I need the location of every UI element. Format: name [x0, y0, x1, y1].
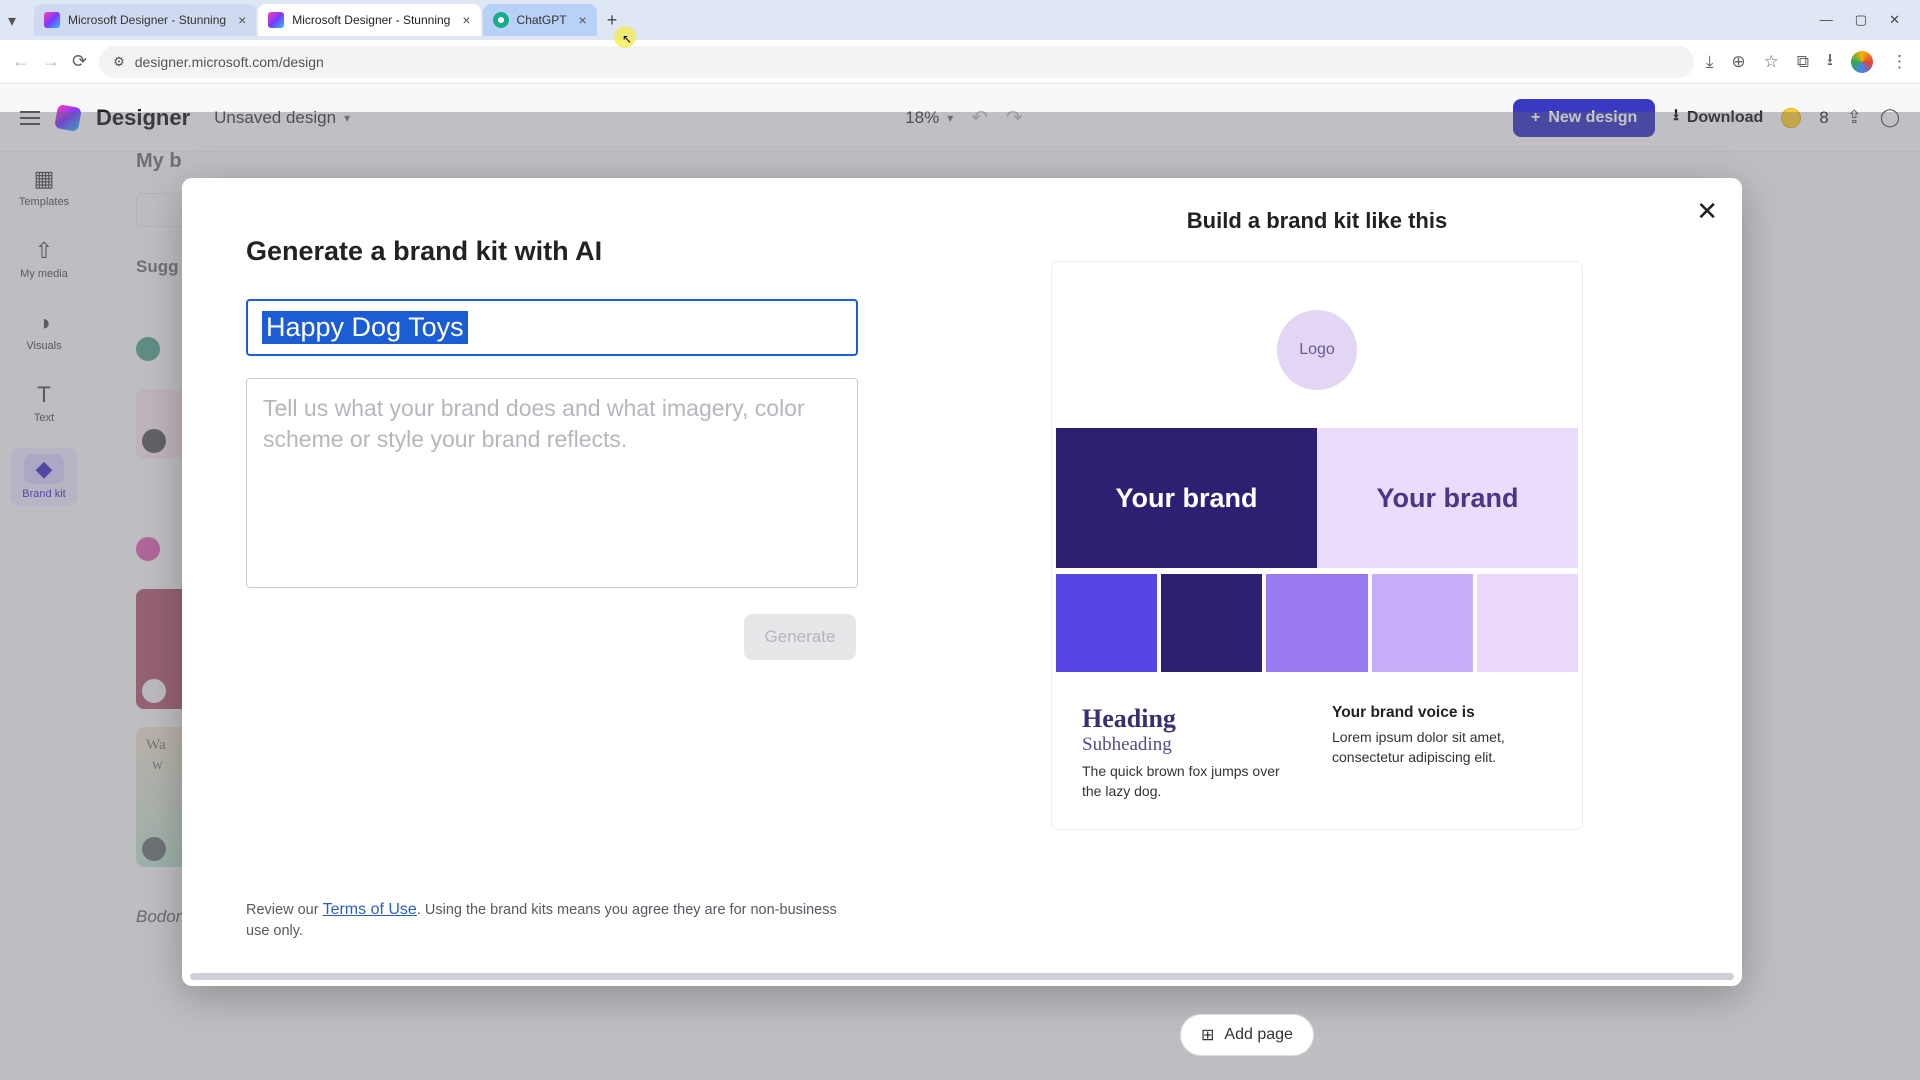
brand-tile-dark: Your brand: [1056, 428, 1317, 568]
plus-square-icon: ⊞: [1201, 1025, 1214, 1045]
designer-favicon-icon: [268, 12, 284, 28]
voice-body: Lorem ipsum dolor sit amet, consectetur …: [1332, 728, 1542, 767]
forward-icon[interactable]: →: [42, 51, 60, 72]
palette-swatch: [1056, 574, 1157, 672]
generate-label: Generate: [765, 627, 836, 647]
terms-link[interactable]: Terms of Use: [323, 901, 417, 918]
logo-label: Logo: [1299, 341, 1335, 359]
chatgpt-favicon-icon: [493, 12, 509, 28]
tab-title: Microsoft Designer - Stunning: [68, 13, 226, 27]
browser-toolbar: ← → ⟳ ⚙ designer.microsoft.com/design ⤓ …: [0, 40, 1920, 84]
brand-name-input[interactable]: Happy Dog Toys: [246, 299, 858, 356]
chevron-down-icon[interactable]: ▾: [8, 11, 26, 29]
modal-title: Generate a brand kit with AI: [246, 236, 856, 267]
browser-tab[interactable]: ChatGPT ×: [483, 4, 597, 36]
palette-swatch: [1161, 574, 1262, 672]
terms-pre: Review our: [246, 902, 323, 918]
brandkit-preview-card: Logo Your brand Your brand Heading Subhe…: [1052, 262, 1582, 829]
add-page-button[interactable]: ⊞ Add page: [1180, 1014, 1314, 1056]
add-page-label: Add page: [1224, 1026, 1293, 1044]
brand-description-placeholder: Tell us what your brand does and what im…: [263, 393, 841, 455]
typography-body: The quick brown fox jumps over the lazy …: [1082, 762, 1292, 801]
terms-text: Review our Terms of Use. Using the brand…: [246, 898, 856, 942]
brand-tile-label: Your brand: [1376, 483, 1518, 514]
color-palette: [1056, 574, 1578, 672]
typography-subheading: Subheading: [1082, 734, 1292, 756]
zoom-icon[interactable]: ⊕: [1731, 52, 1745, 72]
brand-kit-modal: ✕ Generate a brand kit with AI Happy Dog…: [182, 178, 1742, 986]
tab-title: ChatGPT: [517, 13, 567, 27]
designer-favicon-icon: [44, 12, 60, 28]
tab-title: Microsoft Designer - Stunning: [292, 13, 450, 27]
address-bar[interactable]: ⚙ designer.microsoft.com/design: [99, 46, 1694, 78]
brand-description-input[interactable]: Tell us what your brand does and what im…: [246, 378, 858, 588]
downloads-icon[interactable]: ⭳: [1827, 47, 1833, 76]
preview-title: Build a brand kit like this: [926, 208, 1708, 234]
browser-tab[interactable]: Microsoft Designer - Stunning ×: [34, 4, 256, 36]
palette-swatch: [1266, 574, 1367, 672]
bookmark-icon[interactable]: ☆: [1764, 52, 1779, 72]
window-controls: — ▢ ✕: [1820, 12, 1912, 28]
palette-swatch: [1372, 574, 1473, 672]
url-text: designer.microsoft.com/design: [135, 54, 324, 70]
typography-heading: Heading: [1082, 704, 1292, 734]
logo-placeholder: Logo: [1277, 310, 1357, 390]
site-info-icon[interactable]: ⚙: [113, 54, 125, 70]
close-window-icon[interactable]: ✕: [1889, 12, 1900, 28]
voice-label: Your brand voice is: [1332, 704, 1475, 721]
browser-tabstrip: ▾ Microsoft Designer - Stunning × Micros…: [0, 0, 1920, 40]
install-app-icon[interactable]: ⤓: [1706, 52, 1714, 72]
browser-tab[interactable]: Microsoft Designer - Stunning ×: [258, 4, 480, 36]
cursor-icon: ↖: [622, 32, 632, 46]
brand-tile-label: Your brand: [1115, 483, 1257, 514]
close-icon[interactable]: ×: [579, 12, 587, 28]
reload-icon[interactable]: ⟳: [72, 51, 87, 72]
kebab-menu-icon[interactable]: ⋮: [1891, 52, 1908, 72]
modal-form: Generate a brand kit with AI Happy Dog T…: [216, 208, 856, 956]
generate-button[interactable]: Generate: [744, 614, 856, 660]
extensions-icon[interactable]: ⧉: [1797, 52, 1809, 72]
close-icon[interactable]: ×: [462, 12, 470, 28]
brand-name-value: Happy Dog Toys: [262, 311, 468, 344]
profile-avatar-icon[interactable]: [1851, 51, 1873, 73]
new-tab-button[interactable]: +: [607, 10, 618, 31]
maximize-icon[interactable]: ▢: [1855, 12, 1867, 28]
back-icon[interactable]: ←: [12, 51, 30, 72]
palette-swatch: [1477, 574, 1578, 672]
brand-tile-light: Your brand: [1317, 428, 1578, 568]
modal-preview: Build a brand kit like this Logo Your br…: [856, 208, 1708, 956]
minimize-icon[interactable]: —: [1820, 12, 1833, 28]
close-icon[interactable]: ×: [238, 12, 246, 28]
